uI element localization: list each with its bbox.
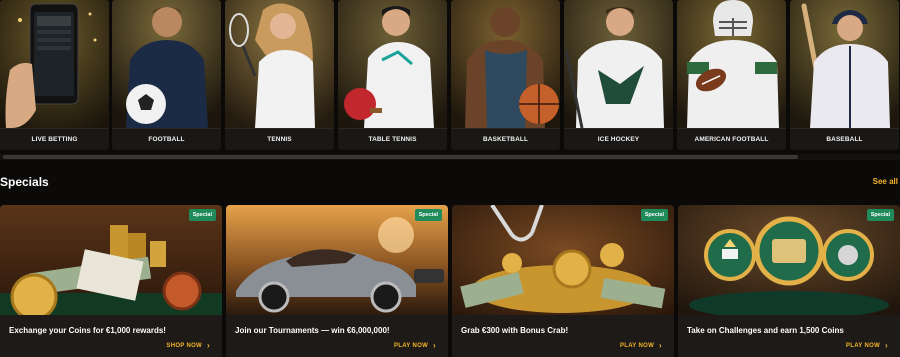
sport-tile-label: BASEBALL: [790, 128, 899, 150]
vintage-car-illustration: [226, 205, 448, 315]
special-card-tournaments[interactable]: Special Join our Tournaments — win €6,00…: [226, 205, 448, 357]
cta-label: PLAY NOW: [619, 343, 655, 349]
cta-label: PLAY NOW: [393, 343, 429, 349]
sport-tile-tennis[interactable]: TENNIS: [225, 0, 334, 150]
sports-category-strip: LIVE BETTING FOOTBALL TENNIS TABLE TENNI…: [0, 0, 900, 150]
card-title: Join our Tournaments — win €6,000,000!: [235, 326, 390, 335]
special-badge: Special: [414, 209, 442, 221]
phone-hand-icon: [0, 0, 109, 128]
sport-tile-baseball[interactable]: BASEBALL: [790, 0, 899, 150]
chevron-right-icon: ›: [659, 341, 662, 350]
card-info: Exchange your Coins for €1,000 rewards! …: [0, 315, 222, 357]
horizontal-scrollbar-thumb[interactable]: [3, 155, 798, 159]
card-title: Exchange your Coins for €1,000 rewards!: [9, 326, 166, 335]
special-badge: Special: [640, 209, 668, 221]
play-now-button[interactable]: PLAY NOW ›: [393, 341, 436, 350]
baseball-player-icon: [790, 0, 899, 128]
card-title: Take on Challenges and earn 1,500 Coins: [687, 326, 844, 335]
special-badge: Special: [866, 209, 894, 221]
table-tennis-player-icon: [338, 0, 447, 128]
cta-label: PLAY NOW: [845, 343, 881, 349]
sport-tile-football[interactable]: FOOTBALL: [112, 0, 221, 150]
challenge-coins-illustration: [678, 205, 900, 315]
specials-heading: Specials: [0, 175, 49, 189]
play-now-button[interactable]: PLAY NOW ›: [845, 341, 888, 350]
coins-exchange-illustration: [0, 205, 222, 315]
sport-tile-table-tennis[interactable]: TABLE TENNIS: [338, 0, 447, 150]
sport-tile-label: ICE HOCKEY: [564, 128, 673, 150]
shop-now-button[interactable]: SHOP NOW ›: [166, 341, 210, 350]
sport-tile-label: TENNIS: [225, 128, 334, 150]
chevron-right-icon: ›: [885, 341, 888, 350]
sport-tile-basketball[interactable]: BASKETBALL: [451, 0, 560, 150]
card-title: Grab €300 with Bonus Crab!: [461, 326, 569, 335]
sport-tile-label: LIVE BETTING: [0, 128, 109, 150]
basketball-player-icon: [451, 0, 560, 128]
special-card-challenges[interactable]: Special Take on Challenges and earn 1,50…: [678, 205, 900, 357]
sport-tile-live-betting[interactable]: LIVE BETTING: [0, 0, 109, 150]
cta-label: SHOP NOW: [166, 343, 203, 349]
bonus-crab-claw-illustration: [452, 205, 674, 315]
card-info: Join our Tournaments — win €6,000,000! P…: [226, 315, 448, 357]
sport-tile-label: TABLE TENNIS: [338, 128, 447, 150]
card-info: Grab €300 with Bonus Crab! PLAY NOW ›: [452, 315, 674, 357]
tennis-player-icon: [225, 0, 334, 128]
ice-hockey-player-icon: [564, 0, 673, 128]
chevron-right-icon: ›: [207, 341, 210, 350]
sport-tile-ice-hockey[interactable]: ICE HOCKEY: [564, 0, 673, 150]
sport-tile-label: BASKETBALL: [451, 128, 560, 150]
see-all-link[interactable]: See all: [873, 177, 898, 186]
special-card-coin-shop[interactable]: Special Exchange your Coins for €1,000 r…: [0, 205, 222, 357]
sport-tile-label: AMERICAN FOOTBALL: [677, 128, 786, 150]
american-football-player-icon: [677, 0, 786, 128]
sport-tile-label: FOOTBALL: [112, 128, 221, 150]
chevron-right-icon: ›: [433, 341, 436, 350]
play-now-button[interactable]: PLAY NOW ›: [619, 341, 662, 350]
special-badge: Special: [188, 209, 216, 221]
special-card-bonus-crab[interactable]: Special Grab €300 with Bonus Crab! PLAY …: [452, 205, 674, 357]
card-info: Take on Challenges and earn 1,500 Coins …: [678, 315, 900, 357]
sport-tile-american-football[interactable]: AMERICAN FOOTBALL: [677, 0, 786, 150]
football-player-icon: [112, 0, 221, 128]
